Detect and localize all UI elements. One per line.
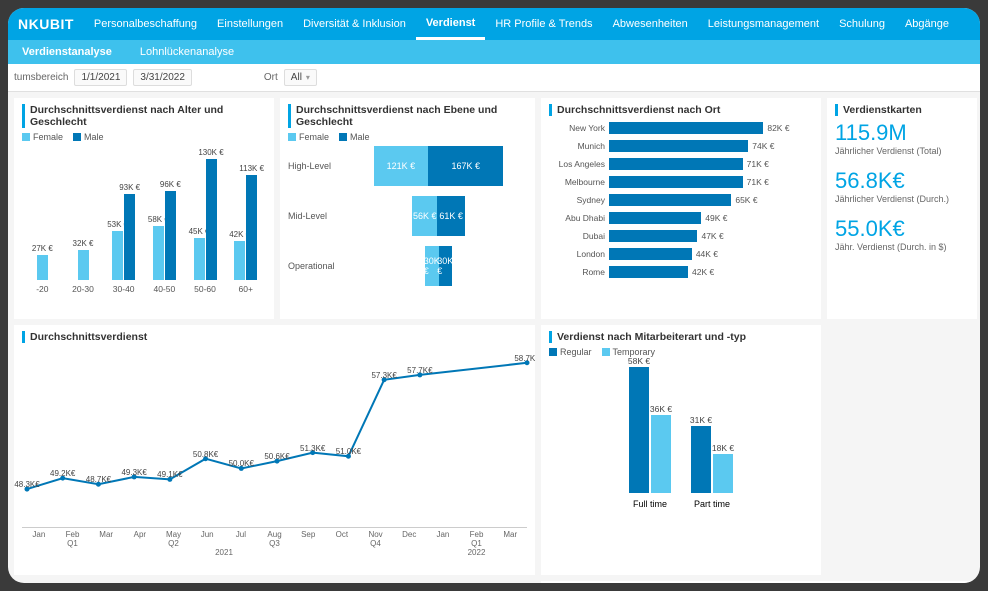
sub-nav: VerdienstanalyseLohnlückenanalyse bbox=[8, 40, 980, 64]
date-range-label: tumsbereich bbox=[14, 72, 68, 83]
nav-item[interactable]: HR Profile & Trends bbox=[485, 8, 602, 40]
location-label: Ort bbox=[264, 72, 278, 83]
chart-employee-type: Verdienst nach Mitarbeiterart und -typ R… bbox=[541, 325, 821, 575]
chart-level-gender: Durchschnittsverdienst nach Ebene und Ge… bbox=[280, 98, 535, 319]
bars: 58K €36K €Full time31K €18K €Part time bbox=[549, 359, 813, 509]
date-from-input[interactable]: 1/1/2021 bbox=[74, 69, 127, 86]
nav-item[interactable]: Verdienst bbox=[416, 8, 486, 40]
x-axis: JanFebMarAprMayJunJulAugSepOctNovDecJanF… bbox=[22, 527, 527, 539]
dashboard-grid: Durchschnittsverdienst nach Alter und Ge… bbox=[8, 92, 980, 583]
kpi-card: 55.0K€Jähr. Verdienst (Durch. in $) bbox=[835, 216, 969, 252]
date-to-input[interactable]: 3/31/2022 bbox=[133, 69, 192, 86]
main-nav: PersonalbeschaffungEinstellungenDiversit… bbox=[84, 8, 959, 40]
nav-item[interactable]: Abgänge bbox=[895, 8, 959, 40]
chart-title: Durchschnittsverdienst nach Ort bbox=[549, 104, 813, 116]
legend: Regular Temporary bbox=[549, 347, 813, 357]
kpi-card: 115.9MJährlicher Verdienst (Total) bbox=[835, 120, 969, 156]
nav-item[interactable]: Schulung bbox=[829, 8, 895, 40]
chart-trend: Durchschnittsverdienst 48.3K€49.2K€48.7K… bbox=[14, 325, 535, 575]
chart-title: Durchschnittsverdienst nach Alter und Ge… bbox=[22, 104, 266, 128]
legend: Female Male bbox=[22, 132, 266, 142]
nav-item[interactable]: Leistungsmanagement bbox=[698, 8, 829, 40]
chart-department: Verdienst nach Abteilung Verdienst Jährl… bbox=[541, 581, 977, 583]
hbars: New York82K €Munich74K €Los Angeles71K €… bbox=[549, 120, 813, 280]
nav-item[interactable]: Diversität & Inklusion bbox=[293, 8, 416, 40]
chart-location: Durchschnittsverdienst nach Ort New York… bbox=[541, 98, 821, 319]
app-frame: NKUBIT PersonalbeschaffungEinstellungenD… bbox=[8, 8, 980, 583]
kpi-card: 56.8K€Jährlicher Verdienst (Durch.) bbox=[835, 168, 969, 204]
kpi-cards: Verdienstkarten 115.9MJährlicher Verdien… bbox=[827, 98, 977, 319]
nav-item[interactable]: Einstellungen bbox=[207, 8, 293, 40]
subnav-item[interactable]: Lohnlückenanalyse bbox=[126, 46, 248, 58]
location-select[interactable]: All ▾ bbox=[284, 69, 317, 86]
nav-item[interactable]: Personalbeschaffung bbox=[84, 8, 207, 40]
nav-item[interactable]: Abwesenheiten bbox=[603, 8, 698, 40]
bars: 27K €-2032K €20-3053K €93K €30-4058K €96… bbox=[22, 144, 266, 294]
chart-title: Durchschnittsverdienst nach Ebene und Ge… bbox=[288, 104, 527, 128]
filter-bar: tumsbereich 1/1/2021 3/31/2022 Ort All ▾ bbox=[8, 64, 980, 92]
chart-age-gender: Durchschnittsverdienst nach Alter und Ge… bbox=[14, 98, 274, 319]
chevron-down-icon: ▾ bbox=[306, 73, 310, 82]
chart-title: Durchschnittsverdienst bbox=[22, 331, 527, 343]
funnel: High-Level121K €167K €Mid-Level56K €61K … bbox=[288, 144, 527, 288]
chart-title: Verdienstkarten bbox=[835, 104, 969, 116]
logo: NKUBIT bbox=[8, 16, 84, 32]
top-navbar: NKUBIT PersonalbeschaffungEinstellungenD… bbox=[8, 8, 980, 40]
legend: Female Male bbox=[288, 132, 527, 142]
subnav-item[interactable]: Verdienstanalyse bbox=[8, 46, 126, 58]
chart-title: Verdienst nach Mitarbeiterart und -typ bbox=[549, 331, 813, 343]
line-chart: 48.3K€49.2K€48.7K€49.3K€49.1K€50.8K€50.0… bbox=[22, 347, 527, 527]
